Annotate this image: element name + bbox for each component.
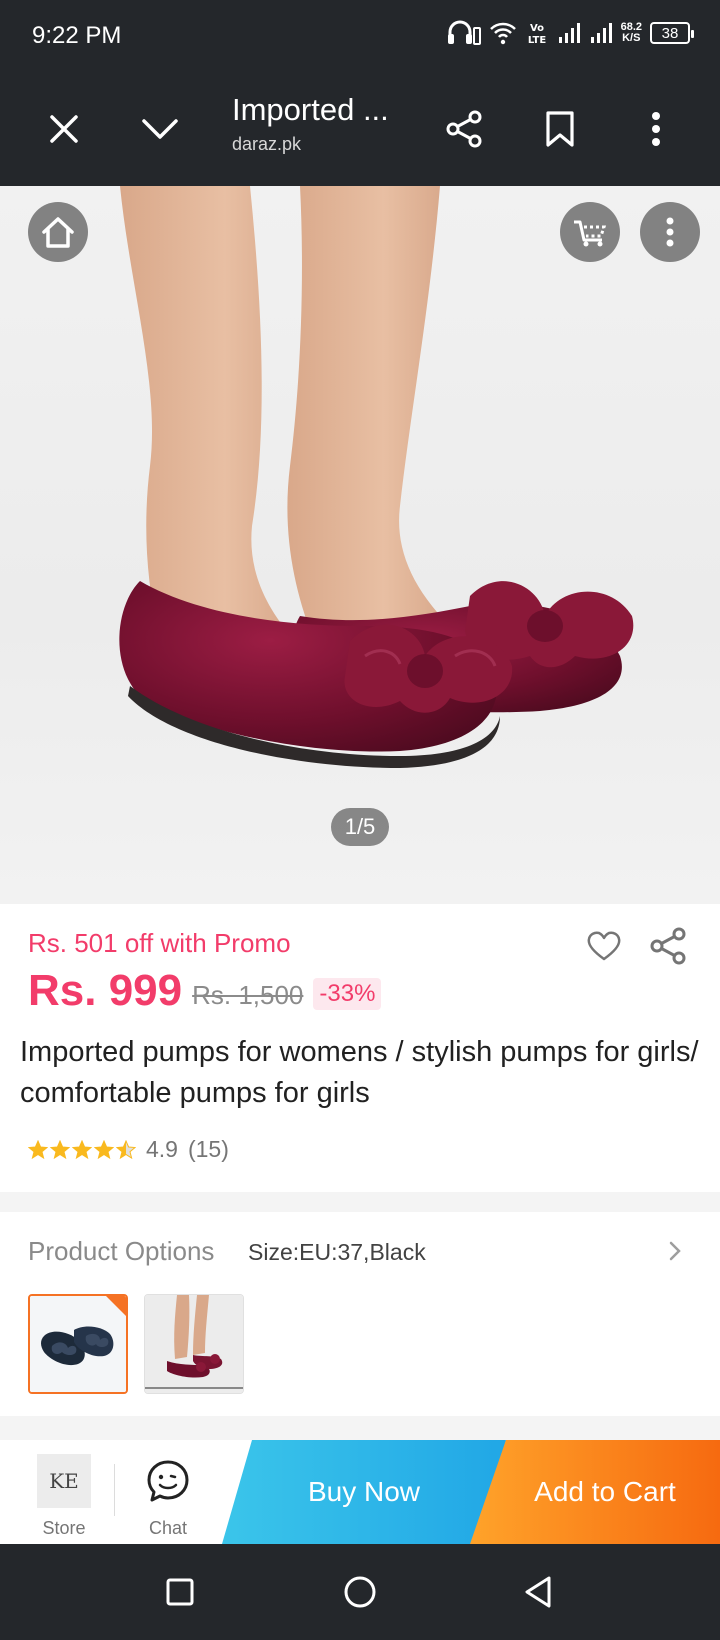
chevron-right-icon <box>669 1241 681 1261</box>
cart-button[interactable] <box>560 202 620 262</box>
star-icon <box>94 1139 114 1159</box>
star-icon <box>28 1139 48 1159</box>
wishlist-button[interactable] <box>584 926 624 966</box>
original-price: Rs. 1,500 <box>192 979 304 1010</box>
buy-now-button[interactable]: Buy Now <box>222 1440 506 1544</box>
status-time: 9:22 PM <box>32 22 122 49</box>
signal-icon <box>558 23 580 43</box>
home-icon <box>42 217 74 248</box>
chevron-down-icon <box>142 119 178 139</box>
battery-level: 38 <box>661 24 679 42</box>
add-to-cart-button[interactable]: Add to Cart <box>470 1440 720 1544</box>
section-divider <box>0 1192 720 1212</box>
product-share-button[interactable] <box>648 926 688 966</box>
back-triangle-icon <box>525 1576 551 1608</box>
option-thumbnail-black[interactable] <box>28 1294 128 1394</box>
more-button[interactable] <box>626 99 686 159</box>
product-title: Imported pumps for womens / stylish pump… <box>20 1036 699 1109</box>
current-price: Rs. 999 <box>28 966 183 1015</box>
section-divider <box>0 1416 720 1440</box>
store-logo-text: KE <box>49 1469 79 1493</box>
headphones-icon <box>447 20 481 45</box>
bookmark-icon <box>546 111 574 147</box>
divider <box>114 1464 115 1516</box>
gallery-more-button[interactable] <box>640 202 700 262</box>
recents-button[interactable] <box>158 1570 202 1614</box>
store-label: Store <box>42 1518 86 1538</box>
review-count: (15) <box>187 1136 229 1162</box>
star-icon <box>116 1139 136 1159</box>
status-bar: 9:22 PM Vo LTE 68.2 K/S 38 <box>0 0 720 72</box>
signal-icon <box>590 23 612 43</box>
more-vertical-icon <box>666 217 674 247</box>
net-speed: 68.2 K/S <box>621 22 642 44</box>
browser-toolbar: Imported ... daraz.pk <box>0 72 720 186</box>
close-icon <box>50 115 78 143</box>
promo-text[interactable]: Rs. 501 off with Promo <box>28 928 291 959</box>
back-button[interactable] <box>516 1570 560 1614</box>
page-url: daraz.pk <box>232 134 302 154</box>
page-title-block[interactable]: Imported ... daraz.pk <box>232 92 422 155</box>
store-button[interactable]: KE Store <box>22 1454 106 1538</box>
wifi-icon <box>489 22 516 45</box>
more-vertical-icon <box>652 112 660 146</box>
share-icon <box>650 927 686 965</box>
bookmark-button[interactable] <box>530 99 590 159</box>
share-button[interactable] <box>434 99 494 159</box>
chat-icon <box>141 1454 195 1508</box>
svg-text:Vo: Vo <box>530 23 544 34</box>
bottom-action-bar: KE Store Chat Buy Now Add to Cart <box>0 1440 720 1544</box>
discount-badge: -33% <box>313 978 382 1010</box>
star-rating <box>28 1139 136 1160</box>
recents-icon <box>166 1578 194 1606</box>
maroon-shoe-thumbnail <box>145 1295 243 1393</box>
store-logo: KE <box>37 1454 91 1508</box>
chat-label: Chat <box>148 1518 188 1538</box>
home-button[interactable] <box>28 202 88 262</box>
star-icon <box>72 1139 92 1159</box>
home-circle-icon <box>344 1576 376 1608</box>
cart-icon <box>574 220 607 247</box>
page-title: Imported ... <box>232 92 389 127</box>
collapse-button[interactable] <box>130 99 190 159</box>
status-icons: Vo LTE 68.2 K/S 38 <box>447 20 694 46</box>
price-row: Rs. 999 Rs. 1,500 -33% <box>28 966 382 1016</box>
battery-icon: 38 <box>650 22 694 44</box>
product-options[interactable]: Product Options Size:EU:37,Black <box>0 1212 720 1416</box>
home-nav-button[interactable] <box>338 1570 382 1614</box>
rating-row[interactable]: 4.9 (15) <box>28 1136 229 1163</box>
heart-icon <box>587 931 621 961</box>
option-thumbnail-maroon[interactable] <box>144 1294 244 1394</box>
close-button[interactable] <box>34 99 94 159</box>
selected-flag <box>106 1296 126 1316</box>
star-icon <box>50 1139 70 1159</box>
net-speed-unit: K/S <box>622 32 641 44</box>
svg-text:LTE: LTE <box>527 35 546 46</box>
chat-button[interactable]: Chat <box>128 1454 208 1538</box>
volte-icon: VoLTE <box>527 23 546 46</box>
system-nav-bar <box>0 1544 720 1640</box>
product-image-gallery[interactable]: 1/5 <box>0 186 720 904</box>
options-label: Product Options <box>28 1236 215 1266</box>
image-pager: 1/5 <box>331 808 389 846</box>
share-icon <box>446 110 482 148</box>
rating-value: 4.9 <box>146 1136 178 1162</box>
product-photo <box>119 186 634 768</box>
price-section: Rs. 501 off with Promo Rs. 999 Rs. 1,500… <box>0 904 720 1192</box>
options-value: Size:EU:37,Black <box>248 1239 426 1265</box>
